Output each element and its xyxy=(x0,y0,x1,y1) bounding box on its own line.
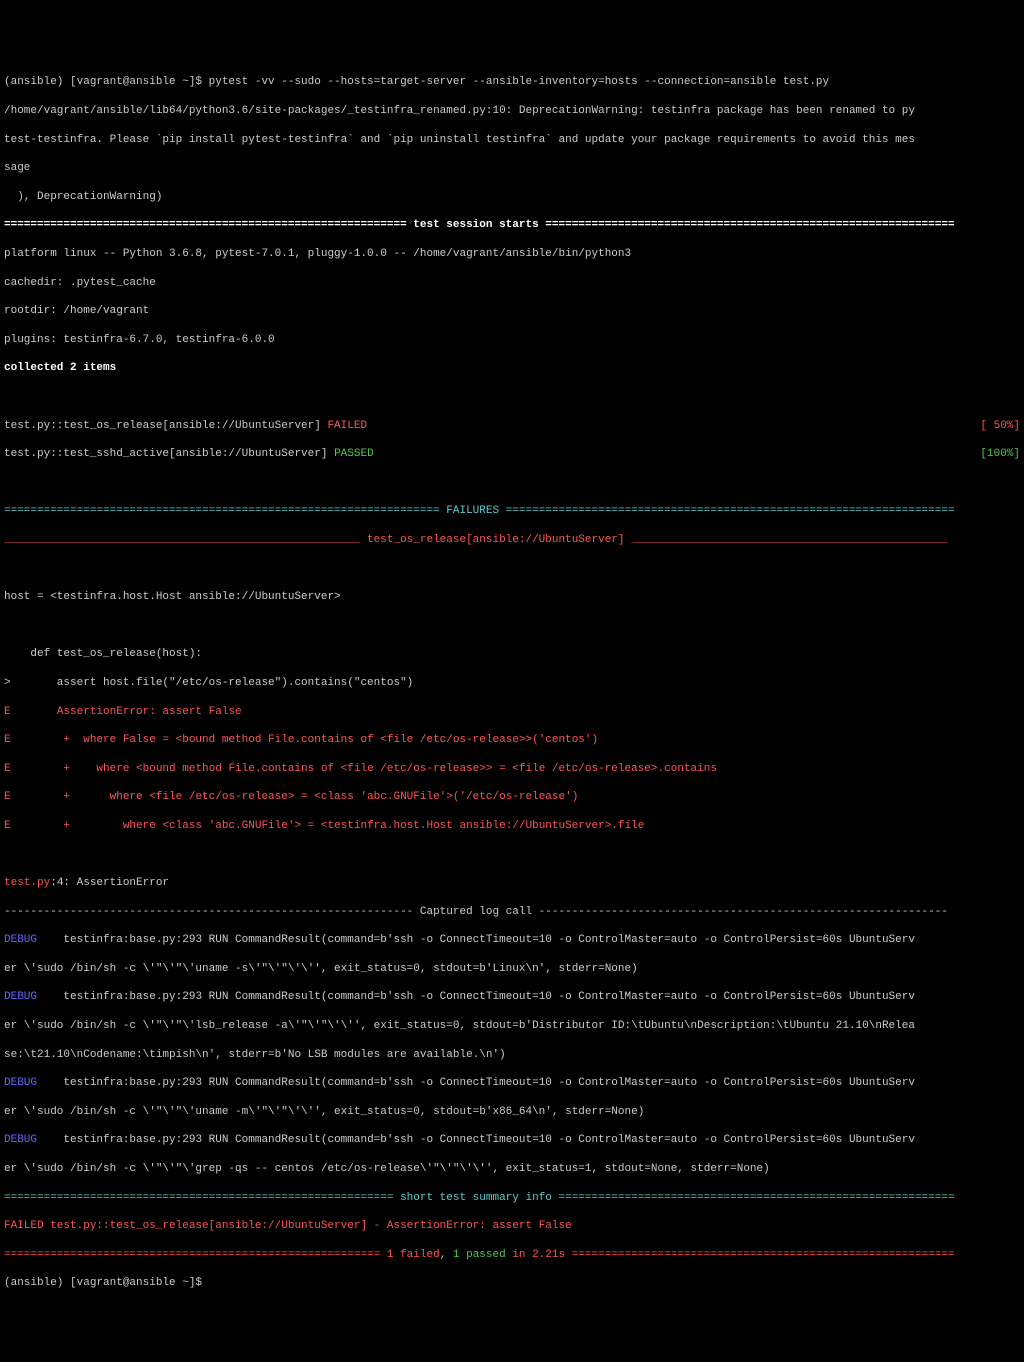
failure-name-rule: ________________________________________… xyxy=(4,533,1020,547)
assertion-location: test.py:4: AssertionError xyxy=(4,876,1020,890)
error-line: E + where <file /etc/os-release> = <clas… xyxy=(4,790,1020,804)
final-summary-rule: ========================================… xyxy=(4,1248,1020,1262)
deprecation-warning: ), DeprecationWarning) xyxy=(4,190,1020,204)
host-line: host = <testinfra.host.Host ansible://Ub… xyxy=(4,590,1020,604)
test-result-1: test.py::test_os_release[ansible://Ubunt… xyxy=(4,419,1020,433)
captured-log-rule: ----------------------------------------… xyxy=(4,905,1020,919)
failed-summary: FAILED test.py::test_os_release[ansible:… xyxy=(4,1219,1020,1233)
deprecation-warning: test-testinfra. Please `pip install pyte… xyxy=(4,133,1020,147)
debug-line: DEBUG testinfra:base.py:293 RUN CommandR… xyxy=(4,933,1020,947)
error-line: E + where <class 'abc.GNUFile'> = <testi… xyxy=(4,819,1020,833)
def-line: def test_os_release(host): xyxy=(4,647,1020,661)
debug-line: se:\t21.10\nCodename:\timpish\n', stderr… xyxy=(4,1048,1020,1062)
terminal-output: (ansible) [vagrant@ansible ~]$ pytest -v… xyxy=(4,61,1020,1305)
debug-line: er \'sudo /bin/sh -c \'"\'"\'lsb_release… xyxy=(4,1019,1020,1033)
platform-line: platform linux -- Python 3.6.8, pytest-7… xyxy=(4,247,1020,261)
session-starts-rule: ========================================… xyxy=(4,218,1020,232)
debug-line: DEBUG testinfra:base.py:293 RUN CommandR… xyxy=(4,1133,1020,1147)
deprecation-warning: sage xyxy=(4,161,1020,175)
debug-line: DEBUG testinfra:base.py:293 RUN CommandR… xyxy=(4,1076,1020,1090)
debug-line: er \'sudo /bin/sh -c \'"\'"\'uname -m\'"… xyxy=(4,1105,1020,1119)
prompt-line[interactable]: (ansible) [vagrant@ansible ~]$ pytest -v… xyxy=(4,75,1020,89)
rootdir-line: rootdir: /home/vagrant xyxy=(4,304,1020,318)
prompt-line[interactable]: (ansible) [vagrant@ansible ~]$ xyxy=(4,1276,1020,1290)
deprecation-warning: /home/vagrant/ansible/lib64/python3.6/si… xyxy=(4,104,1020,118)
error-line: E + where <bound method File.contains of… xyxy=(4,762,1020,776)
assert-line: > assert host.file("/etc/os-release").co… xyxy=(4,676,1020,690)
error-line: E + where False = <bound method File.con… xyxy=(4,733,1020,747)
error-line: E AssertionError: assert False xyxy=(4,705,1020,719)
test-result-2: test.py::test_sshd_active[ansible://Ubun… xyxy=(4,447,1020,461)
debug-line: er \'sudo /bin/sh -c \'"\'"\'uname -s\'"… xyxy=(4,962,1020,976)
short-summary-rule: ========================================… xyxy=(4,1191,1020,1205)
failures-rule: ========================================… xyxy=(4,504,1020,518)
debug-line: DEBUG testinfra:base.py:293 RUN CommandR… xyxy=(4,990,1020,1004)
cachedir-line: cachedir: .pytest_cache xyxy=(4,276,1020,290)
debug-line: er \'sudo /bin/sh -c \'"\'"\'grep -qs --… xyxy=(4,1162,1020,1176)
plugins-line: plugins: testinfra-6.7.0, testinfra-6.0.… xyxy=(4,333,1020,347)
collected-line: collected 2 items xyxy=(4,361,1020,375)
